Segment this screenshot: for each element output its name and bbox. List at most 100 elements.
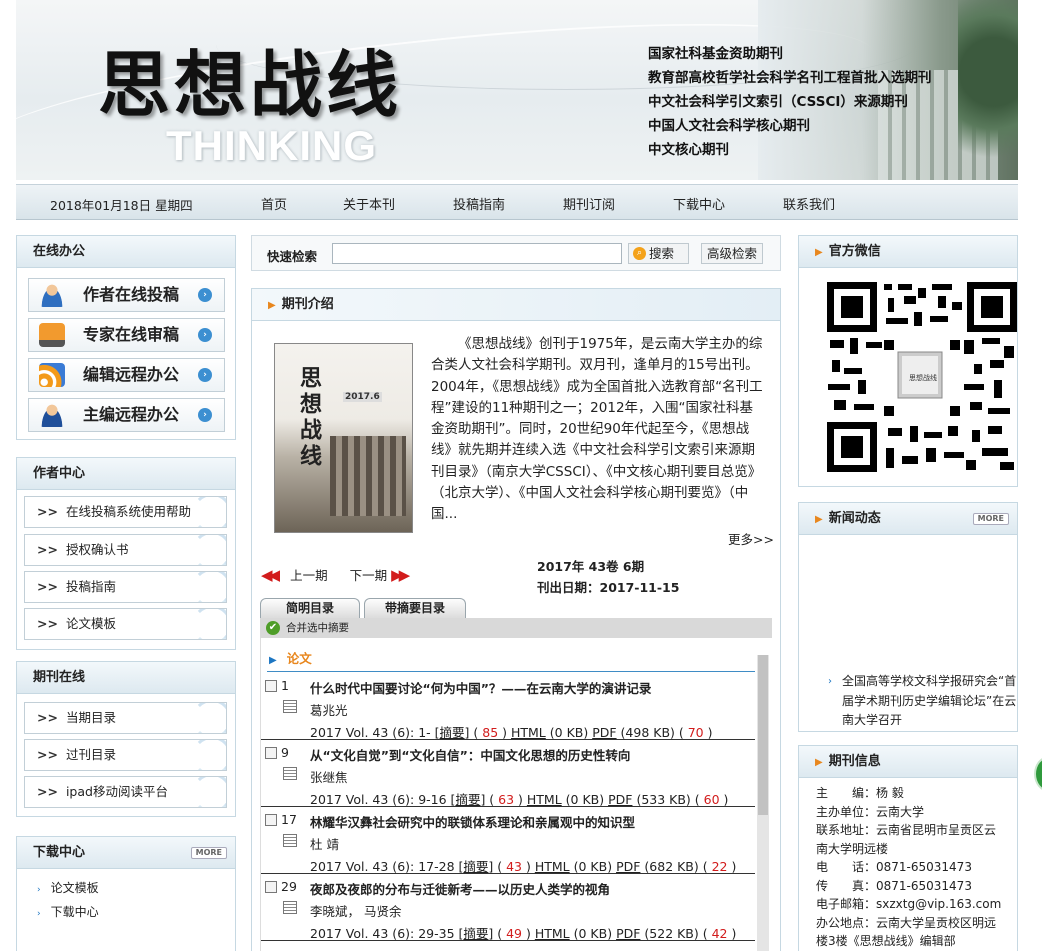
info-fax: 传 真：0871-65031473	[816, 878, 972, 893]
article-author: 葛兆光	[310, 703, 348, 718]
issue-volume: 2017年 43卷 6期	[537, 559, 645, 574]
search-button[interactable]: ⌕ 搜索	[628, 243, 689, 264]
tab-abstract-toc[interactable]: 带摘要目录	[364, 598, 466, 618]
arrow-right-icon: ›	[198, 328, 212, 342]
article-checkbox[interactable]	[265, 814, 277, 826]
nav-subscribe[interactable]: 期刊订阅	[563, 194, 673, 213]
html-link[interactable]: HTML	[535, 926, 570, 941]
article-checkbox[interactable]	[265, 881, 277, 893]
article-author: 李晓斌， 马贤余	[310, 904, 402, 919]
html-link[interactable]: HTML	[535, 859, 570, 874]
article-row: 9 从“文化自觉”到“文化自信”：中国文化思想的历史性转向 张继焦 2017 V…	[261, 740, 755, 807]
scrollbar[interactable]	[757, 655, 769, 951]
chief-editor-office-button[interactable]: 主编远程办公 ›	[28, 398, 225, 432]
svg-text:思想战线: 思想战线	[909, 373, 937, 382]
certification-item: 中文社会科学引文索引（CSSCI）来源期刊	[648, 94, 908, 110]
article-author: 张继焦	[310, 770, 348, 785]
journal-logo[interactable]: 思想战线	[98, 26, 402, 131]
info-editor: 主 编：杨 毅	[816, 786, 904, 800]
abstract-link[interactable]: 摘要	[463, 859, 488, 874]
article-page: 29	[281, 879, 297, 894]
bullet-icon: ›	[828, 676, 832, 687]
merge-abstract-bar[interactable]: ✔ 合并选中摘要	[260, 618, 772, 638]
article-row: 29 夜郎及夜郎的分布与迁徙新考——以历史人类学的视角 李晓斌， 马贤余 201…	[261, 874, 755, 941]
news-item[interactable]: › 全国高等学校文科学报研究会“首届学术期刊历史学编辑论坛”在云南大学召开	[824, 672, 1020, 725]
abstract-link[interactable]: 摘要	[440, 725, 465, 740]
article-checkbox[interactable]	[265, 747, 277, 759]
panel-title: 期刊信息	[828, 754, 881, 769]
editor-office-button[interactable]: 编辑远程办公 ›	[28, 358, 225, 392]
pdf-link[interactable]: PDF	[616, 859, 640, 874]
author-icon	[39, 283, 65, 307]
issue-pubdate: 刊出日期：2017-11-15	[537, 580, 680, 595]
download-link-template[interactable]: › 论文模板	[37, 879, 99, 896]
rss-icon	[39, 363, 65, 387]
journal-info-list: 主 编：杨 毅 主办单位：云南大学 联系地址：云南省昆明市呈贡区云南大学明远楼 …	[816, 784, 1006, 951]
link-template[interactable]: >> 论文模板	[24, 608, 227, 640]
advanced-search-button[interactable]: 高级检索	[701, 243, 763, 264]
pdf-link[interactable]: PDF	[616, 926, 640, 941]
article-title[interactable]: 林耀华汉彝社会研究中的联锁体系理论和亲属观中的知识型	[310, 812, 635, 831]
html-link[interactable]: HTML	[511, 725, 546, 740]
nav-contact[interactable]: 联系我们	[783, 194, 863, 213]
link-past-issues[interactable]: >> 过刊目录	[24, 739, 227, 771]
floating-widget[interactable]	[1034, 756, 1042, 792]
tab-brief-toc[interactable]: 简明目录	[260, 598, 360, 618]
download-link-center[interactable]: › 下载中心	[37, 903, 99, 920]
search-input[interactable]	[332, 243, 622, 264]
arrow-icon: ▶	[815, 514, 823, 525]
more-button[interactable]: MORE	[972, 513, 1009, 525]
article-citation: 2017 Vol. 43 (6): 17-28 [摘要] ( 43 ) HTML…	[310, 859, 737, 874]
next-issue-link[interactable]: 下一期 ▶▶	[350, 566, 411, 584]
pdf-link[interactable]: PDF	[592, 725, 616, 740]
article-title[interactable]: 从“文化自觉”到“文化自信”：中国文化思想的历史性转向	[310, 745, 630, 764]
more-button[interactable]: MORE	[190, 847, 227, 859]
bullet-icon: ›	[37, 885, 41, 895]
prev-issue-link[interactable]: ◀◀ 上一期	[261, 566, 328, 584]
html-link[interactable]: HTML	[527, 792, 562, 807]
nav-submission-guide[interactable]: 投稿指南	[453, 194, 563, 213]
author-submission-button[interactable]: 作者在线投稿 ›	[28, 278, 225, 312]
pdf-link[interactable]: PDF	[608, 792, 632, 807]
article-title[interactable]: 什么时代中国要讨论“何为中国”？——在云南大学的演讲记录	[310, 678, 651, 697]
double-chevron-icon: >>	[37, 747, 58, 762]
wechat-qr-code: 思想战线	[827, 282, 1017, 472]
link-submission-help[interactable]: >> 在线投稿系统使用帮助	[24, 496, 227, 528]
journal-cover-image[interactable]: 思想战线 2017.6	[274, 343, 413, 533]
article-page: 17	[281, 812, 297, 827]
article-title[interactable]: 夜郎及夜郎的分布与迁徙新考——以历史人类学的视角	[310, 879, 610, 898]
double-chevron-icon: >>	[37, 784, 58, 799]
link-ipad-reading[interactable]: >> ipad移动阅读平台	[24, 776, 227, 808]
document-icon	[283, 834, 297, 847]
issue-pager: ◀◀ 上一期 下一期 ▶▶	[261, 565, 411, 584]
panel-title: 新闻动态	[828, 511, 881, 526]
double-arrow-left-icon: ◀◀	[261, 566, 280, 584]
nav-download[interactable]: 下载中心	[673, 194, 783, 213]
main-nav: 2018年01月18日 星期四 首页 关于本刊 投稿指南 期刊订阅 下载中心 联…	[16, 184, 1018, 220]
info-office: 办公地点：云南大学呈贡校区明远楼3楼《思想战线》编辑部	[816, 915, 997, 949]
arrow-right-icon: ›	[198, 288, 212, 302]
check-icon: ✔	[266, 621, 280, 635]
intro-text: 《思想战线》创刊于1975年，是云南大学主办的综合类人文社会科学期刊。双月刊，逢…	[431, 336, 763, 523]
manager-icon	[39, 403, 65, 427]
more-link[interactable]: 更多>>	[728, 529, 774, 548]
link-guide[interactable]: >> 投稿指南	[24, 571, 227, 603]
nav-home[interactable]: 首页	[261, 194, 343, 213]
online-office-panel: 在线办公 作者在线投稿 › 专家在线审稿 › 编辑远程办公 › 主编远程办公 ›	[16, 235, 236, 440]
nav-about[interactable]: 关于本刊	[343, 194, 453, 213]
search-icon: ⌕	[633, 247, 646, 260]
info-sponsor: 主办单位：云南大学	[816, 804, 925, 819]
scrollbar-thumb[interactable]	[758, 655, 768, 815]
certification-list: 国家社科基金资助期刊 教育部高校哲学社会科学名刊工程首批入选期刊 中文社会科学引…	[648, 42, 932, 162]
link-current-issue[interactable]: >> 当期目录	[24, 702, 227, 734]
certification-item: 教育部高校哲学社会科学名刊工程首批入选期刊	[648, 70, 932, 86]
bullet-icon: ›	[37, 909, 41, 919]
double-chevron-icon: >>	[37, 504, 58, 519]
link-authorization[interactable]: >> 授权确认书	[24, 534, 227, 566]
expert-review-button[interactable]: 专家在线审稿 ›	[28, 318, 225, 352]
article-row: 1 什么时代中国要讨论“何为中国”？——在云南大学的演讲记录 葛兆光 2017 …	[261, 673, 755, 740]
arrow-icon: ▶	[268, 300, 276, 311]
article-checkbox[interactable]	[265, 680, 277, 692]
abstract-link[interactable]: 摘要	[463, 926, 488, 941]
abstract-link[interactable]: 摘要	[455, 792, 480, 807]
